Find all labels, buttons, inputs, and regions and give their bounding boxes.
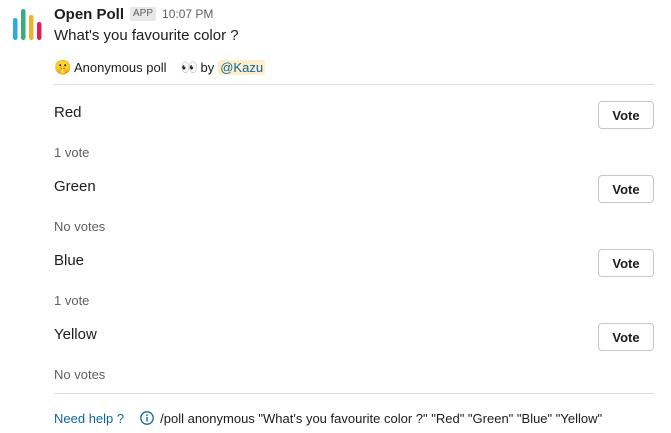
option-label-yellow: Yellow [54,326,97,343]
poll-meta: 🤫 Anonymous poll 👀 by @Kazu [54,57,266,77]
logo-bar-1 [13,18,18,40]
vote-count-red: 1 vote [54,145,90,160]
vote-button-yellow[interactable]: Vote [598,323,654,351]
open-poll-logo-icon[interactable] [12,9,44,41]
by-label: by [200,59,215,75]
timestamp[interactable]: 10:07 PM [162,7,213,21]
poll-question: What's you favourite color ? [54,27,239,44]
logo-bar-3 [29,15,34,40]
anonymous-label: Anonymous poll [74,59,167,75]
vote-count-green: No votes [54,219,106,234]
divider-top [54,84,654,85]
eyes-icon: 👀 [180,58,198,75]
poll-command-text: /poll anonymous "What's you favourite co… [160,410,603,426]
option-label-red: Red [54,104,82,121]
need-help-link[interactable]: Need help ? [54,411,124,426]
message-header: Open Poll APP 10:07 PM [54,4,213,24]
poll-message: Open Poll APP 10:07 PM What's you favour… [0,0,671,433]
poll-footer: Need help ? /poll anonymous "What's you … [54,409,602,427]
vote-button-red[interactable]: Vote [598,101,654,129]
option-label-green: Green [54,178,96,195]
info-icon [140,411,154,425]
app-name[interactable]: Open Poll [54,6,124,23]
vote-count-blue: 1 vote [54,293,90,308]
logo-bar-2 [21,9,26,40]
shushing-face-icon: 🤫 [54,58,72,75]
logo-bar-4 [37,22,42,40]
author-mention[interactable]: @Kazu [218,59,266,75]
vote-button-blue[interactable]: Vote [598,249,654,277]
divider-bottom [54,393,654,394]
vote-count-yellow: No votes [54,367,106,382]
vote-button-green[interactable]: Vote [598,175,654,203]
app-badge: APP [130,7,157,21]
option-label-blue: Blue [54,252,85,269]
